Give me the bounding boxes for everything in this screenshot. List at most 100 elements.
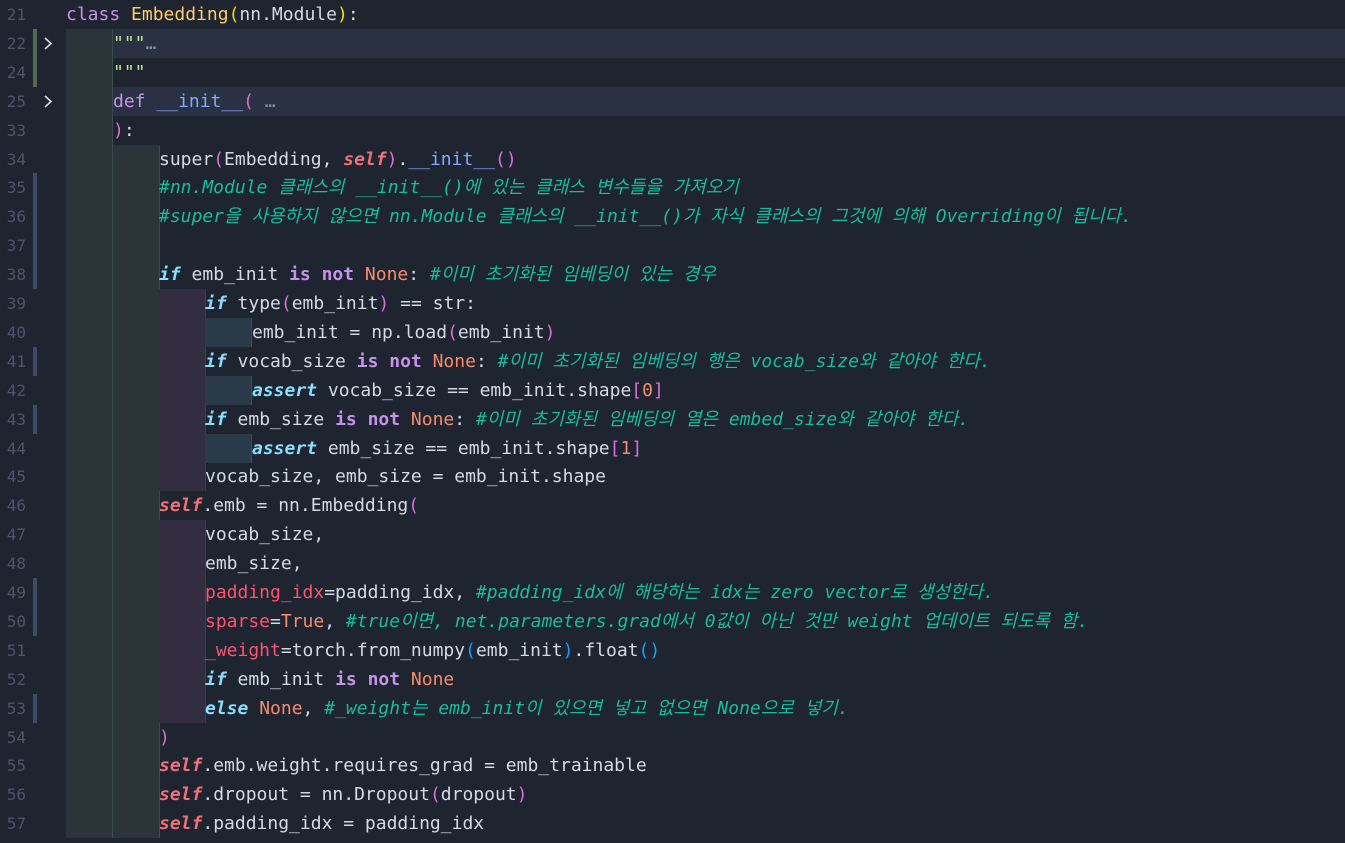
code-token: nn.Module (239, 4, 337, 25)
code-line[interactable]: 22 """… (0, 28, 1345, 58)
code-token: . (397, 148, 409, 170)
code-token: self (159, 495, 203, 517)
code-line[interactable]: 53 else None, #_weight는 emb_init이 있으면 넣고 … (0, 693, 1345, 723)
code-token: if (205, 668, 238, 690)
code-line[interactable]: 52 if emb_init is not None (0, 664, 1345, 694)
line-number: 36 (6, 207, 26, 227)
indent-guide (66, 809, 113, 839)
chevron-right-icon[interactable] (42, 87, 56, 116)
gutter-change-marker (33, 173, 37, 203)
code-token: … (264, 90, 276, 112)
code-token: … (145, 32, 157, 54)
code-token: [ (631, 379, 643, 401)
line-number: 57 (6, 814, 26, 834)
code-line[interactable]: 45 vocab_size, emb_size = emb_init.shape (0, 462, 1345, 492)
code-token: Embedding, (224, 148, 344, 170)
code-line[interactable]: 35 #nn.Module 클래스의 __init__()에 있는 클래스 변수들… (0, 173, 1345, 203)
indent-guide (159, 606, 206, 636)
code-token: ( (465, 639, 476, 661)
code-token: class (66, 4, 132, 25)
code-line[interactable]: 56 self.dropout = nn.Dropout(dropout) (0, 780, 1345, 810)
code-line[interactable]: 43 if emb_size is not None: #이미 초기화된 임베딩의… (0, 404, 1345, 434)
code-token: if (205, 293, 238, 314)
code-token: None (410, 408, 455, 430)
line-number: 56 (6, 785, 26, 805)
code-token: sparse (205, 610, 271, 632)
line-number: 40 (6, 322, 26, 342)
code-line[interactable]: 48 emb_size, (0, 549, 1345, 579)
indent-guide (159, 635, 206, 665)
indent-guide (66, 86, 113, 116)
line-number: 22 (6, 33, 26, 53)
code-line[interactable]: 21 class Embedding(nn.Module): (0, 0, 1345, 29)
code-line[interactable]: 54) (0, 722, 1345, 752)
code-text: emb_size, (205, 549, 303, 578)
code-token: emb_size (237, 408, 336, 430)
code-text: if emb_init is not None (205, 665, 454, 694)
indent-guide (113, 433, 160, 463)
indent-guide (113, 491, 160, 521)
code-text: else None, #_weight는 emb_init이 있으면 넣고 없으… (205, 694, 849, 723)
code-token: None (259, 697, 303, 719)
code-line[interactable]: 24 """ (0, 57, 1345, 87)
indent-guide (113, 346, 160, 376)
code-text: vocab_size, (205, 520, 324, 549)
code-text: self.emb = nn.Embedding( (159, 491, 419, 520)
code-token: == str: (389, 293, 476, 314)
code-line[interactable]: 55 self.emb.weight.requires_grad = emb_tr… (0, 751, 1345, 781)
line-number: 53 (6, 698, 26, 718)
code-token: emb_init (191, 264, 290, 286)
code-token: self (159, 755, 203, 777)
indent-guide (205, 317, 252, 347)
code-text: self.emb.weight.requires_grad = emb_trai… (159, 751, 647, 780)
code-line[interactable]: 39 if type(emb_init) == str: (0, 289, 1345, 318)
code-line[interactable]: 34 super(Embedding, self).__init__() (0, 144, 1345, 174)
code-token: emb_size, (205, 553, 303, 575)
code-line[interactable]: 33): (0, 115, 1345, 145)
indent-guide (66, 346, 113, 376)
code-line[interactable]: 50 sparse=True, #true이면, net.parameters.g… (0, 606, 1345, 636)
code-token: ) (516, 784, 528, 806)
line-number: 38 (6, 265, 26, 285)
code-line[interactable]: 36 #super을 사용하지 않으면 nn.Module 클래스의 __init… (0, 202, 1345, 232)
gutter-change-marker (33, 57, 37, 87)
code-line[interactable]: 38 if emb_init is not None: #이미 초기화된 임베딩이… (0, 260, 1345, 290)
code-token: padding_idx (205, 582, 325, 603)
code-line[interactable]: 41 if vocab_size is not None: #이미 초기화된 임베… (0, 346, 1345, 376)
indent-guide (66, 433, 113, 463)
code-line[interactable]: 25 def __init__( … (0, 86, 1345, 116)
indent-guide (66, 144, 113, 174)
chevron-right-icon[interactable] (42, 29, 56, 58)
code-line[interactable]: 51 _weight=torch.from_numpy(emb_init).flo… (0, 635, 1345, 665)
code-line[interactable]: 40 emb_init = np.load(emb_init) (0, 317, 1345, 347)
code-token: #super을 사용하지 않으면 nn.Module 클래스의 __init__… (159, 206, 1133, 228)
indent-guide (66, 722, 113, 752)
code-token: assert (252, 379, 328, 401)
gutter-change-marker (33, 404, 37, 434)
code-token: 1 (620, 437, 632, 459)
code-token: 0 (642, 379, 653, 401)
line-number: 37 (6, 236, 26, 256)
code-line[interactable]: 46 self.emb = nn.Embedding( (0, 491, 1345, 521)
code-token: #이미 초기화된 임베딩의 열은 embed_size와 같아야 한다. (475, 408, 970, 430)
code-line[interactable]: 49 padding_idx=padding_idx, #padding_idx에… (0, 578, 1345, 607)
line-number: 54 (6, 727, 26, 747)
code-token: ) (159, 726, 170, 748)
code-line[interactable]: 47 vocab_size, (0, 520, 1345, 550)
code-line[interactable]: 42 assert vocab_size == emb_init.shape[0] (0, 375, 1345, 405)
code-token: [ (609, 437, 621, 459)
code-token: : (123, 119, 135, 141)
indent-guide (66, 664, 113, 694)
indent-guide (66, 260, 113, 290)
code-line[interactable]: 44 assert emb_size == emb_init.shape[1] (0, 433, 1345, 463)
code-token: .emb.weight.requires_grad = emb_trainabl… (202, 755, 647, 777)
indent-guide (66, 751, 113, 781)
code-token: ( (213, 148, 225, 170)
code-token: #_weight는 emb_init이 있으면 넣고 없으면 None으로 넣기… (324, 697, 849, 719)
code-line[interactable]: 37 (0, 231, 1345, 261)
code-text: _weight=torch.from_numpy(emb_init).float… (205, 636, 660, 665)
code-token: __init__ (156, 90, 244, 112)
code-line[interactable]: 57 self.padding_idx = padding_idx (0, 809, 1345, 839)
code-editor[interactable]: 21 class Embedding(nn.Module): 22 """… 24 """… (0, 0, 1345, 843)
indent-guide (66, 520, 113, 550)
